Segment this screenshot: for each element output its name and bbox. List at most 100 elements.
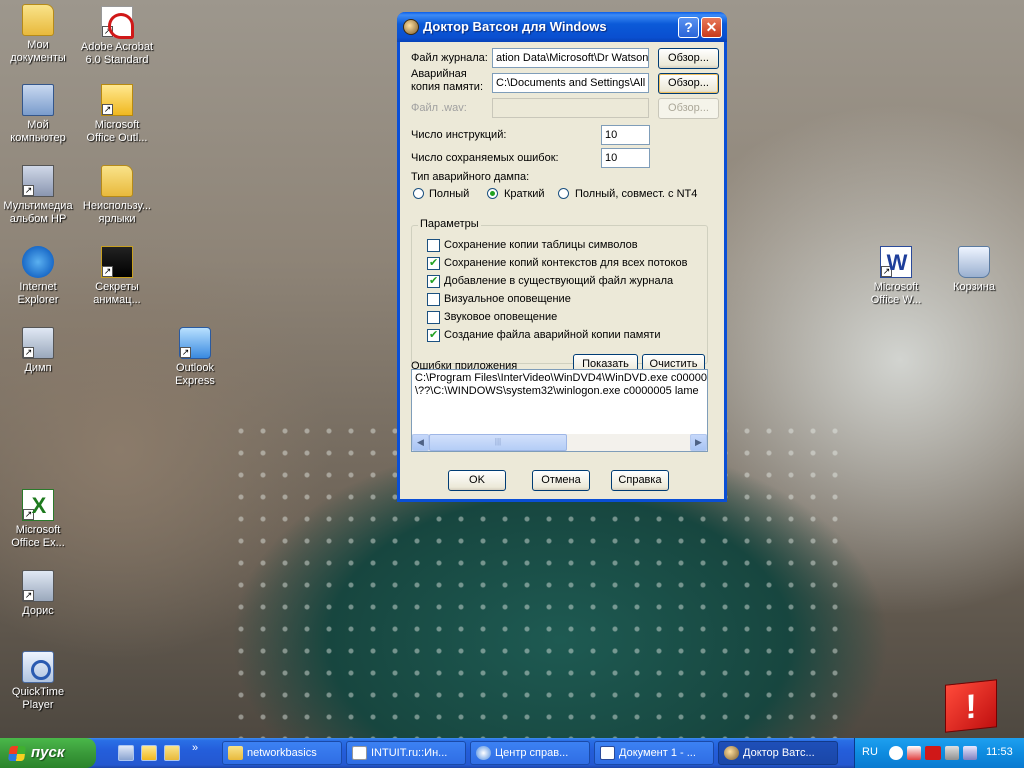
start-button[interactable]: пуск xyxy=(0,738,96,768)
task-dr-watson[interactable]: Доктор Ватс... xyxy=(718,741,838,765)
shortcut-arrow-icon: ↗ xyxy=(102,26,113,37)
ati-icon[interactable] xyxy=(925,746,941,760)
desktop-icon-ms-excel[interactable]: ↗ Microsoft Office Ex... xyxy=(0,489,78,550)
crash-dump-label: Аварийная xyxy=(411,68,467,80)
desktop-icon-doris[interactable]: ↗ Дорис xyxy=(0,570,78,618)
task-intuit[interactable]: INTUIT.ru::Ин... xyxy=(346,741,466,765)
option-crash-dump-checkbox[interactable] xyxy=(427,328,440,342)
app-errors-list[interactable]: C:\Program Files\InterVideo\WinDVD4\WinD… xyxy=(411,369,708,452)
option-symbol-table-label[interactable]: Сохранение копии таблицы символов xyxy=(444,239,638,252)
option-visual-alert-checkbox[interactable] xyxy=(427,293,440,306)
log-file-field[interactable]: ation Data\Microsoft\Dr Watson xyxy=(492,48,649,68)
wav-file-field[interactable] xyxy=(492,98,649,118)
option-append-log-checkbox[interactable] xyxy=(427,274,440,288)
option-crash-dump-label[interactable]: Создание файла аварийной копии памяти xyxy=(444,329,660,342)
clock: 11:53 xyxy=(986,746,1013,758)
desktop-icon-ms-outlook[interactable]: ↗ Microsoft Office Outl... xyxy=(77,84,157,145)
dr-watson-icon xyxy=(724,746,739,760)
desktop-icon-my-computer[interactable]: Мой компьютер xyxy=(0,84,78,145)
scroll-left-icon[interactable]: ◀ xyxy=(412,434,429,451)
start-label: пуск xyxy=(31,744,65,761)
explorer-quicklaunch-icon[interactable] xyxy=(164,745,180,761)
task-label: networkbasics xyxy=(247,747,317,759)
desktop-icon-dimp[interactable]: ↗ Димп xyxy=(0,327,78,375)
option-sound-alert-checkbox[interactable] xyxy=(427,311,440,324)
log-file-label: Файл журнала: xyxy=(411,52,488,64)
desktop-icon-quicktime[interactable]: QuickTime Player xyxy=(0,651,78,712)
shortcut-arrow-icon: ↗ xyxy=(23,347,34,358)
dr-watson-window: Доктор Ватсон для Windows ? ✕ Файл журна… xyxy=(397,12,727,502)
horizontal-scrollbar[interactable]: ◀ ||| ▶ xyxy=(412,434,707,451)
task-label: Доктор Ватс... xyxy=(743,747,815,759)
option-thread-contexts-checkbox[interactable] xyxy=(427,256,440,270)
scroll-thumb[interactable]: ||| xyxy=(429,434,567,451)
icon-label: Office W... xyxy=(870,294,922,306)
scroll-right-icon[interactable]: ▶ xyxy=(690,434,707,451)
dump-nt4-radio[interactable] xyxy=(558,188,569,199)
crash-dump-browse-button[interactable]: Обзор... xyxy=(658,73,719,94)
window-body: Файл журнала: ation Data\Microsoft\Dr Wa… xyxy=(400,42,724,499)
security-alert-icon[interactable]: ! xyxy=(945,679,997,733)
icon-label: анимац... xyxy=(93,294,141,306)
task-networkbasics[interactable]: networkbasics xyxy=(222,741,342,765)
option-visual-alert-label[interactable]: Визуальное оповещение xyxy=(444,293,571,306)
folder-icon xyxy=(101,165,133,197)
cancel-button[interactable]: Отмена xyxy=(532,470,590,491)
language-indicator[interactable]: RU xyxy=(862,746,878,758)
option-symbol-table-checkbox[interactable] xyxy=(427,239,440,252)
dump-mini-label[interactable]: Краткий xyxy=(504,188,545,201)
instructions-field[interactable]: 10 xyxy=(601,125,650,145)
option-append-log-label[interactable]: Добавление в существующий файл журнала xyxy=(444,275,673,288)
dump-mini-radio[interactable] xyxy=(487,188,498,199)
desktop-icon-outlook-express[interactable]: ↗ Outlook Express xyxy=(155,327,235,388)
desktop-icon-adobe-acrobat[interactable]: ↗ Adobe Acrobat 6.0 Standard xyxy=(77,6,157,67)
quicktime-icon xyxy=(22,651,54,683)
desktop-icon-unused-shortcuts[interactable]: Неиспользу... ярлыки xyxy=(77,165,157,226)
desktop-icon-my-documents[interactable]: Мои документы xyxy=(0,4,78,65)
icon-label: Explorer xyxy=(17,294,59,306)
desktop-icon-animation-secrets[interactable]: ↗ Секреты анимац... xyxy=(77,246,157,307)
dump-nt4-label[interactable]: Полный, совмест. с NT4 xyxy=(575,188,697,201)
tray-expand-icon[interactable] xyxy=(889,746,903,760)
list-item[interactable]: \??\C:\WINDOWS\system32\winlogon.exe c00… xyxy=(415,385,699,398)
task-label: Центр справ... xyxy=(495,747,569,759)
log-file-browse-button[interactable]: Обзор... xyxy=(658,48,719,69)
icon-label: Дорис xyxy=(22,605,54,617)
desktop-icon-recycle-bin[interactable]: Корзина xyxy=(934,246,1014,294)
icon-label: Adobe Acrobat xyxy=(80,41,154,53)
help-button[interactable]: Справка xyxy=(611,470,669,491)
shortcut-arrow-icon: ↗ xyxy=(881,266,892,277)
wav-file-browse-button[interactable]: Обзор... xyxy=(658,98,719,119)
crash-dump-field[interactable]: C:\Documents and Settings\All xyxy=(492,73,649,93)
task-word-document[interactable]: Документ 1 - ... xyxy=(594,741,714,765)
option-thread-contexts-label[interactable]: Сохранение копий контекстов для всех пот… xyxy=(444,257,687,270)
ok-button[interactable]: OK xyxy=(448,470,506,491)
outlook-quicklaunch-icon[interactable] xyxy=(141,745,157,761)
show-desktop-icon[interactable] xyxy=(118,745,134,761)
quicklaunch-more-icon[interactable]: » xyxy=(192,742,198,754)
antivirus-icon[interactable] xyxy=(907,746,921,760)
computer-icon xyxy=(22,84,54,116)
task-label: Документ 1 - ... xyxy=(619,747,696,759)
task-help-center[interactable]: Центр справ... xyxy=(470,741,590,765)
list-item[interactable]: C:\Program Files\InterVideo\WinDVD4\WinD… xyxy=(415,372,707,385)
dump-full-radio[interactable] xyxy=(413,188,424,199)
dump-full-label[interactable]: Полный xyxy=(429,188,469,201)
folder-icon xyxy=(22,4,54,36)
desktop-icon-ms-word[interactable]: ↗ Microsoft Office W... xyxy=(856,246,936,307)
parameters-title: Параметры xyxy=(418,218,481,230)
icon-label: Корзина xyxy=(953,281,995,293)
option-sound-alert-label[interactable]: Звуковое оповещение xyxy=(444,311,557,324)
shortcut-arrow-icon: ↗ xyxy=(102,266,113,277)
desktop-icon-internet-explorer[interactable]: Internet Explorer xyxy=(0,246,78,307)
saved-errors-field[interactable]: 10 xyxy=(601,148,650,168)
usb-device-icon[interactable] xyxy=(963,746,977,760)
close-button[interactable]: ✕ xyxy=(701,17,722,38)
recycle-bin-icon xyxy=(958,246,990,278)
help-title-button[interactable]: ? xyxy=(678,17,699,38)
shortcut-arrow-icon: ↗ xyxy=(180,347,191,358)
tray-tool-icon[interactable] xyxy=(945,746,959,760)
network-computer-icon: ↗ xyxy=(22,570,54,602)
window-titlebar[interactable]: Доктор Ватсон для Windows ? ✕ xyxy=(397,12,727,42)
desktop-icon-hp-album[interactable]: ↗ Мультимедиа альбом HP xyxy=(0,165,78,226)
